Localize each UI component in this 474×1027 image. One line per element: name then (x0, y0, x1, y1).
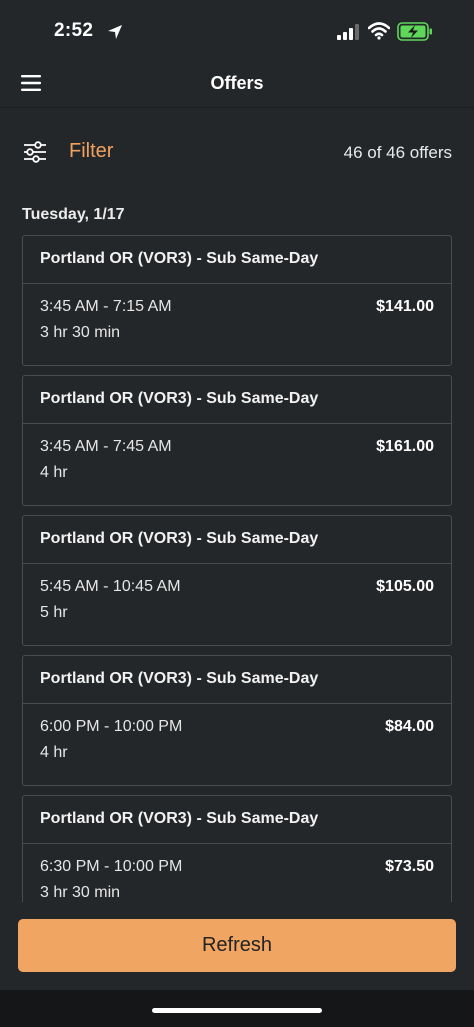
offer-price: $73.50 (385, 858, 434, 875)
home-bar-area (0, 990, 474, 1027)
offer-card[interactable]: Portland OR (VOR3) - Sub Same-Day 5:45 A… (22, 515, 452, 646)
offers-screen: 2:52 Offers Filter 46 of 46 offers Tuesd… (0, 0, 474, 1027)
offer-details: 5:45 AM - 10:45 AM 5 hr $105.00 (23, 564, 451, 626)
refresh-area: Refresh (0, 902, 474, 990)
offer-location: Portland OR (VOR3) - Sub Same-Day (23, 236, 451, 284)
status-time: 2:52 (54, 20, 94, 41)
offer-time: 3:45 AM - 7:45 AM (40, 438, 172, 455)
offer-duration: 3 hr 30 min (40, 324, 121, 341)
offers-list[interactable]: Portland OR (VOR3) - Sub Same-Day 3:45 A… (22, 235, 452, 902)
offer-duration: 4 hr (40, 464, 68, 481)
offer-price: $105.00 (376, 578, 434, 595)
offer-price: $141.00 (376, 298, 434, 315)
filter-button[interactable]: Filter (69, 140, 113, 163)
nav-bar: Offers (0, 62, 474, 108)
offer-time: 5:45 AM - 10:45 AM (40, 578, 181, 595)
offer-details: 3:45 AM - 7:45 AM 4 hr $161.00 (23, 424, 451, 486)
offer-card[interactable]: Portland OR (VOR3) - Sub Same-Day 3:45 A… (22, 375, 452, 506)
offer-details: 6:00 PM - 10:00 PM 4 hr $84.00 (23, 704, 451, 766)
filter-sliders-icon[interactable] (23, 140, 47, 164)
offer-time: 6:30 PM - 10:00 PM (40, 858, 183, 875)
location-arrow-icon (108, 25, 122, 39)
offer-time: 3:45 AM - 7:15 AM (40, 298, 172, 315)
offer-card[interactable]: Portland OR (VOR3) - Sub Same-Day 3:45 A… (22, 235, 452, 366)
cellular-signal-icon (337, 24, 359, 40)
filter-row: Filter 46 of 46 offers (0, 128, 474, 176)
day-heading: Tuesday, 1/17 (22, 206, 125, 223)
page-title: Offers (210, 73, 264, 93)
offer-time: 6:00 PM - 10:00 PM (40, 718, 183, 735)
offer-location: Portland OR (VOR3) - Sub Same-Day (23, 656, 451, 704)
offer-card[interactable]: Portland OR (VOR3) - Sub Same-Day 6:00 P… (22, 655, 452, 786)
offer-location: Portland OR (VOR3) - Sub Same-Day (23, 796, 451, 844)
wifi-icon (368, 22, 390, 40)
offer-duration: 3 hr 30 min (40, 884, 121, 901)
home-indicator[interactable] (152, 1008, 322, 1013)
offer-card[interactable]: Portland OR (VOR3) - Sub Same-Day 6:30 P… (22, 795, 452, 902)
offer-details: 3:45 AM - 7:15 AM 3 hr 30 min $141.00 (23, 284, 451, 346)
refresh-button[interactable]: Refresh (18, 919, 456, 972)
offer-price: $84.00 (385, 718, 434, 735)
battery-charging-icon (397, 22, 432, 41)
offer-location: Portland OR (VOR3) - Sub Same-Day (23, 376, 451, 424)
status-bar: 2:52 (0, 0, 474, 62)
offer-count: 46 of 46 offers (343, 143, 452, 162)
offer-price: $161.00 (376, 438, 434, 455)
offer-location: Portland OR (VOR3) - Sub Same-Day (23, 516, 451, 564)
offer-duration: 4 hr (40, 744, 68, 761)
offer-details: 6:30 PM - 10:00 PM 3 hr 30 min $73.50 (23, 844, 451, 902)
offer-duration: 5 hr (40, 604, 68, 621)
